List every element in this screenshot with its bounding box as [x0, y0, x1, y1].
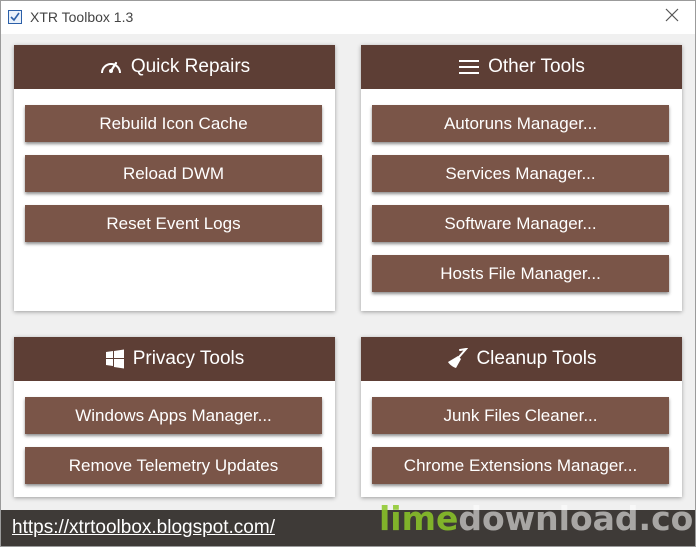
- quick-repairs-header: Quick Repairs: [14, 45, 335, 89]
- privacy-tools-header: Privacy Tools: [14, 337, 335, 381]
- privacy-tools-panel: Privacy Tools Windows Apps Manager... Re…: [14, 337, 335, 497]
- quick-repairs-title: Quick Repairs: [130, 56, 251, 77]
- autoruns-manager-button[interactable]: Autoruns Manager...: [372, 105, 669, 142]
- cleanup-tools-panel: Cleanup Tools Junk Files Cleaner... Chro…: [361, 337, 682, 497]
- software-manager-button[interactable]: Software Manager...: [372, 205, 669, 242]
- windows-apps-manager-button[interactable]: Windows Apps Manager...: [25, 397, 322, 434]
- other-tools-header: Other Tools: [361, 45, 682, 89]
- reload-dwm-button[interactable]: Reload DWM: [25, 155, 322, 192]
- junk-files-cleaner-button[interactable]: Junk Files Cleaner...: [372, 397, 669, 434]
- window-title: XTR Toolbox 1.3: [30, 9, 134, 25]
- app-window: XTR Toolbox 1.3 Quick Repairs Rebuild Ic…: [0, 0, 696, 547]
- blog-link[interactable]: https://xtrtoolbox.blogspot.com/: [12, 517, 275, 539]
- remove-telemetry-updates-button[interactable]: Remove Telemetry Updates: [25, 447, 322, 484]
- cleanup-tools-header: Cleanup Tools: [361, 337, 682, 381]
- title-bar[interactable]: XTR Toolbox 1.3: [1, 1, 695, 34]
- quick-repairs-panel: Quick Repairs Rebuild Icon Cache Reload …: [14, 45, 335, 311]
- broom-icon: [446, 348, 469, 370]
- speedometer-icon: [99, 57, 123, 77]
- menu-icon: [458, 59, 480, 75]
- close-button[interactable]: [649, 1, 695, 34]
- windows-icon: [105, 349, 125, 369]
- close-icon: [665, 8, 679, 27]
- privacy-tools-title: Privacy Tools: [132, 348, 245, 369]
- rebuild-icon-cache-button[interactable]: Rebuild Icon Cache: [25, 105, 322, 142]
- services-manager-button[interactable]: Services Manager...: [372, 155, 669, 192]
- other-tools-panel: Other Tools Autoruns Manager... Services…: [361, 45, 682, 311]
- reset-event-logs-button[interactable]: Reset Event Logs: [25, 205, 322, 242]
- other-tools-title: Other Tools: [488, 56, 585, 77]
- hosts-file-manager-button[interactable]: Hosts File Manager...: [372, 255, 669, 292]
- app-icon: [8, 10, 22, 24]
- footer-bar: https://xtrtoolbox.blogspot.com/: [1, 510, 695, 546]
- cleanup-tools-title: Cleanup Tools: [476, 348, 597, 369]
- chrome-extensions-manager-button[interactable]: Chrome Extensions Manager...: [372, 447, 669, 484]
